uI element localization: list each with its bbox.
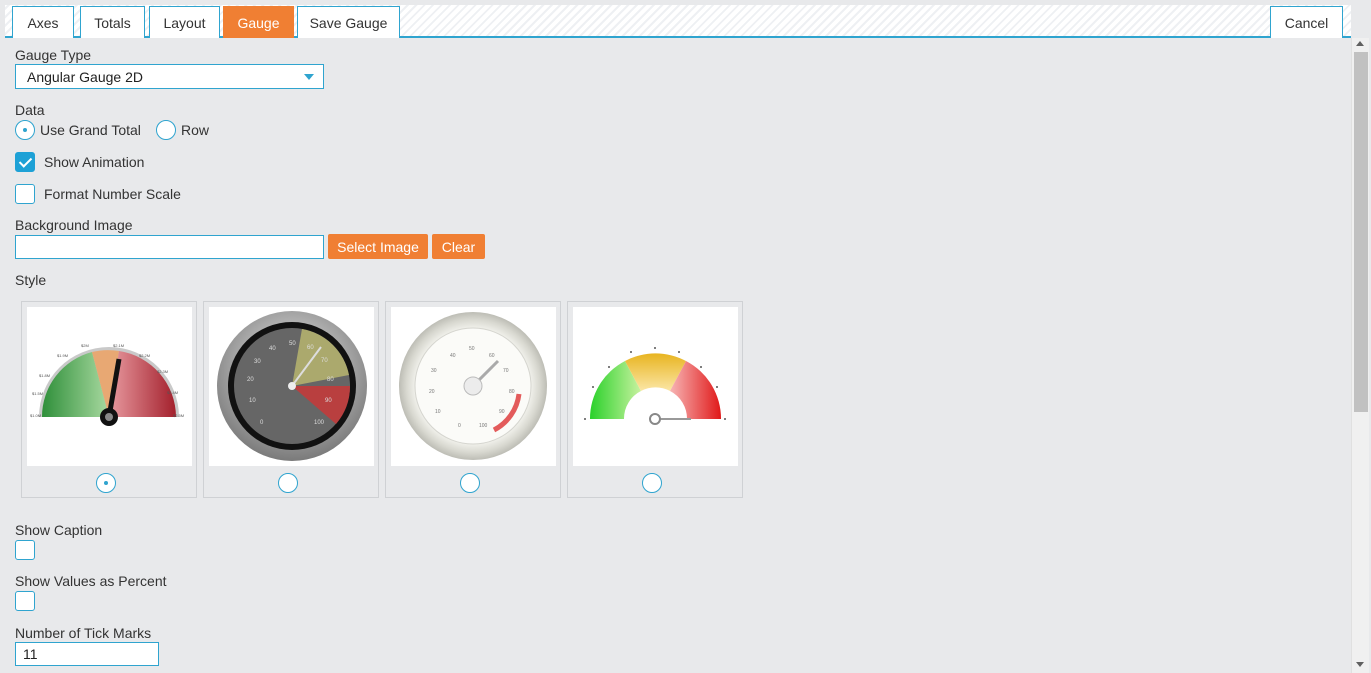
style-option-half-dial[interactable]: $1.0M $1.5M $1.8M $1.9M $2M $2.1M $2.2M … bbox=[21, 301, 197, 498]
tick-label: 20 bbox=[247, 377, 254, 383]
tick-marks-label: Number of Tick Marks bbox=[15, 625, 152, 641]
use-grand-total-label: Use Grand Total bbox=[40, 122, 141, 138]
tab-gauge[interactable]: Gauge bbox=[223, 6, 294, 38]
show-values-percent-checkbox[interactable] bbox=[15, 591, 35, 611]
cancel-button[interactable]: Cancel bbox=[1270, 6, 1343, 38]
tick-label: 80 bbox=[327, 377, 334, 383]
tick-label: 10 bbox=[435, 409, 441, 415]
tick-label: $2.3M bbox=[157, 369, 168, 374]
scroll-thumb[interactable] bbox=[1354, 52, 1368, 412]
tab-label: Axes bbox=[27, 14, 59, 31]
tick-label: 10 bbox=[249, 398, 256, 404]
tab-save-gauge[interactable]: Save Gauge bbox=[297, 6, 400, 38]
data-label: Data bbox=[15, 102, 45, 118]
tick-label: 90 bbox=[325, 398, 332, 404]
style-option-white-round[interactable]: 0 10 20 30 40 50 60 70 80 90 100 bbox=[385, 301, 561, 498]
colored-half-gauge-graphic bbox=[584, 347, 726, 425]
background-image-input[interactable] bbox=[15, 235, 324, 259]
tab-label: Gauge bbox=[237, 14, 280, 31]
row-radio[interactable] bbox=[156, 120, 176, 140]
scroll-up-icon[interactable] bbox=[1356, 41, 1364, 46]
tick-label: 30 bbox=[431, 368, 437, 374]
tab-label: Save Gauge bbox=[309, 14, 388, 31]
style-radio-dark-round[interactable] bbox=[278, 473, 298, 493]
tick-label: $2.5M bbox=[173, 413, 184, 418]
clear-button[interactable]: Clear bbox=[432, 234, 485, 259]
gauge-settings-content: Gauge Type Angular Gauge 2D Data Use Gra… bbox=[0, 38, 1351, 673]
tick-label: 50 bbox=[469, 346, 475, 352]
tick-label: $1.8M bbox=[39, 373, 50, 378]
tab-totals[interactable]: Totals bbox=[80, 6, 145, 38]
cancel-label: Cancel bbox=[1284, 14, 1329, 31]
style-label: Style bbox=[15, 272, 47, 288]
gauge-type-select[interactable]: Angular Gauge 2D bbox=[15, 64, 324, 89]
show-values-percent-label: Show Values as Percent bbox=[15, 573, 167, 589]
style-radio-white-round[interactable] bbox=[460, 473, 480, 493]
clear-label: Clear bbox=[441, 238, 476, 255]
tick-label: 80 bbox=[509, 389, 515, 395]
tab-axes[interactable]: Axes bbox=[12, 6, 74, 38]
tick-label: 90 bbox=[499, 409, 505, 415]
format-number-scale-checkbox[interactable] bbox=[15, 184, 35, 204]
use-grand-total-radio[interactable] bbox=[15, 120, 35, 140]
vertical-scrollbar[interactable] bbox=[1351, 38, 1369, 673]
tick-label: 50 bbox=[289, 341, 296, 347]
show-caption-checkbox[interactable] bbox=[15, 540, 35, 560]
tick-label: $2.1M bbox=[113, 343, 124, 348]
style-option-colored-half[interactable] bbox=[567, 301, 743, 498]
tick-label: 60 bbox=[489, 353, 495, 359]
style-option-dark-round[interactable]: 0 10 20 30 40 50 60 70 80 90 100 bbox=[203, 301, 379, 498]
tick-label: 70 bbox=[321, 358, 328, 364]
gauge-settings-panel: Axes Totals Layout Gauge Save Gauge Canc… bbox=[0, 0, 1371, 673]
tab-label: Layout bbox=[163, 14, 206, 31]
tick-label: 100 bbox=[314, 420, 325, 426]
dark-round-gauge-image: 0 10 20 30 40 50 60 70 80 90 100 bbox=[209, 307, 374, 466]
dark-round-gauge-graphic: 0 10 20 30 40 50 60 70 80 90 100 bbox=[217, 311, 367, 461]
scroll-down-icon[interactable] bbox=[1356, 662, 1364, 667]
half-dial-gauge-image: $1.0M $1.5M $1.8M $1.9M $2M $2.1M $2.2M … bbox=[27, 307, 192, 466]
tick-label: $1.5M bbox=[32, 391, 43, 396]
style-radio-colored-half[interactable] bbox=[642, 473, 662, 493]
tick-marks-input[interactable] bbox=[15, 642, 159, 666]
show-animation-checkbox[interactable] bbox=[15, 152, 35, 172]
show-animation-label: Show Animation bbox=[44, 154, 145, 170]
tick-label: $2.4M bbox=[167, 390, 178, 395]
tick-label: $2M bbox=[81, 343, 89, 348]
white-round-gauge-image: 0 10 20 30 40 50 60 70 80 90 100 bbox=[391, 307, 556, 466]
gauge-type-value: Angular Gauge 2D bbox=[27, 68, 143, 85]
tab-bar: Axes Totals Layout Gauge Save Gauge Canc… bbox=[5, 5, 1351, 38]
gauge-type-label: Gauge Type bbox=[15, 47, 92, 63]
tick-label: 0 bbox=[458, 423, 461, 429]
tick-label: $1.9M bbox=[57, 353, 68, 358]
tick-label: 100 bbox=[479, 423, 488, 429]
tab-label: Totals bbox=[94, 14, 131, 31]
style-radio-half-dial[interactable] bbox=[96, 473, 116, 493]
tick-label: $1.0M bbox=[30, 413, 41, 418]
select-image-button[interactable]: Select Image bbox=[328, 234, 428, 259]
background-image-label: Background Image bbox=[15, 217, 133, 233]
half-dial-gauge-graphic: $1.0M $1.5M $1.8M $1.9M $2M $2.1M $2.2M … bbox=[30, 343, 184, 426]
tick-label: 40 bbox=[450, 353, 456, 359]
show-caption-label: Show Caption bbox=[15, 522, 103, 538]
format-number-scale-label: Format Number Scale bbox=[44, 186, 181, 202]
row-label: Row bbox=[181, 122, 210, 138]
tick-label: 40 bbox=[269, 346, 276, 352]
tab-layout[interactable]: Layout bbox=[149, 6, 220, 38]
chevron-down-icon bbox=[304, 74, 314, 80]
tick-label: $2.2M bbox=[139, 353, 150, 358]
tick-label: 20 bbox=[429, 389, 435, 395]
select-image-label: Select Image bbox=[337, 238, 419, 255]
tick-label: 70 bbox=[503, 368, 509, 374]
white-round-gauge-graphic: 0 10 20 30 40 50 60 70 80 90 100 bbox=[399, 312, 547, 460]
tick-label: 60 bbox=[307, 345, 314, 351]
colored-half-gauge-image bbox=[573, 307, 738, 466]
tick-label: 30 bbox=[254, 359, 261, 365]
